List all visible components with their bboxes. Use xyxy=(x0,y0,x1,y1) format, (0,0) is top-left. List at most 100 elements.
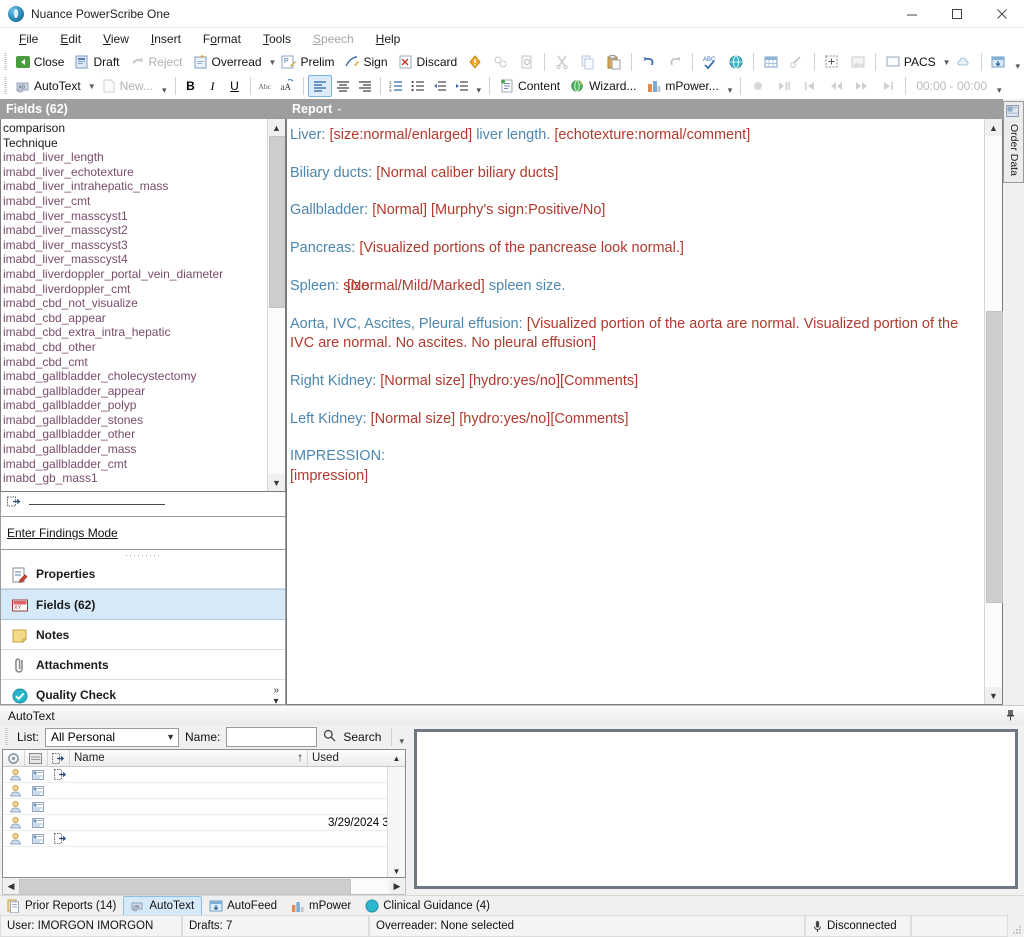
fast-forward-button[interactable] xyxy=(849,75,875,97)
wizard-button[interactable]: Wizard... xyxy=(565,75,641,97)
image-button[interactable] xyxy=(845,51,871,73)
field-item[interactable]: imabd_gallbladder_polyp xyxy=(3,398,267,413)
toolbar-gripper-2[interactable] xyxy=(4,77,7,95)
list-select[interactable]: All Personal ▼ xyxy=(45,727,180,747)
change-case-button[interactable]: aA xyxy=(277,76,299,96)
fields-scrollbar[interactable]: ▲ ▼ xyxy=(267,119,285,491)
tab-autofeed[interactable]: AutoFeed xyxy=(202,896,284,915)
field-item[interactable]: imabd_gallbladder_appear xyxy=(3,384,267,399)
cut-button[interactable] xyxy=(549,51,575,73)
autotext-grid[interactable]: Name ↑ Used ▲ 3/29/2024 3. ▼ xyxy=(2,749,406,878)
draft-button[interactable]: Draft xyxy=(69,51,124,73)
field-item[interactable]: imabd_gb_mass1 xyxy=(3,471,267,486)
field-item[interactable]: imabd_gallbladder_other xyxy=(3,427,267,442)
insert-icon[interactable] xyxy=(48,769,70,780)
menu-view[interactable]: View xyxy=(92,30,140,48)
fields-scroll-track[interactable] xyxy=(268,136,285,474)
mpower-button[interactable]: mPower... xyxy=(641,75,723,97)
field-item[interactable]: imabd_gallbladder_stones xyxy=(3,413,267,428)
align-left-button[interactable] xyxy=(307,75,332,97)
liver-size-field[interactable]: [size:normal/enlarged] xyxy=(330,127,473,143)
hscroll-right-icon[interactable]: ▶ xyxy=(389,879,405,893)
play-pause-button[interactable] xyxy=(771,75,797,97)
right-kidney-field[interactable]: [Normal size] [hydro:yes/no][Comments] xyxy=(380,373,638,389)
table-row[interactable] xyxy=(3,783,405,799)
report-paragraph-left-kidney[interactable]: Left Kidney: [Normal size] [hydro:yes/no… xyxy=(290,410,974,430)
redo-button[interactable] xyxy=(662,51,688,73)
field-item[interactable]: imabd_liver_masscyst2 xyxy=(3,223,267,238)
decrease-indent-button[interactable] xyxy=(429,76,451,96)
globe-button[interactable] xyxy=(723,51,749,73)
autotext-preview[interactable] xyxy=(414,729,1018,889)
field-item[interactable]: imabd_liver_cmt xyxy=(3,194,267,209)
report-scroll-up-icon[interactable]: ▲ xyxy=(985,119,1002,136)
paste-button[interactable] xyxy=(601,51,627,73)
skip-end-button[interactable] xyxy=(875,75,901,97)
toolbar-gripper[interactable] xyxy=(4,53,7,71)
autotext-filter-overflow-icon[interactable]: ▾ xyxy=(399,736,404,747)
field-item[interactable]: imabd_liver_masscyst1 xyxy=(3,209,267,224)
content-button[interactable]: Content xyxy=(494,75,565,97)
report-scroll-thumb[interactable] xyxy=(986,311,1003,603)
field-item[interactable]: imabd_cbd_not_visualize xyxy=(3,296,267,311)
skip-start-button[interactable] xyxy=(797,75,823,97)
copy-button[interactable] xyxy=(575,51,601,73)
grid-vertical-scrollbar[interactable]: ▼ xyxy=(387,767,405,877)
column-name[interactable]: Name ↑ xyxy=(70,750,308,766)
prelim-button[interactable]: P Prelim xyxy=(276,51,339,73)
spellcheck-button[interactable]: ABC xyxy=(697,51,723,73)
hscroll-left-icon[interactable]: ◀ xyxy=(3,879,19,893)
resize-grip-icon[interactable] xyxy=(1008,915,1024,937)
table-row[interactable]: 3/29/2024 3. xyxy=(3,815,405,831)
preview-button[interactable] xyxy=(514,51,540,73)
close-icon[interactable] xyxy=(979,0,1024,27)
report-paragraph-biliary[interactable]: Biliary ducts: [Normal caliber biliary d… xyxy=(290,164,974,184)
autotext-button[interactable]: AB AutoText xyxy=(10,75,86,97)
spleen-field[interactable]: [Normal/Mild/Marked] xyxy=(347,278,485,294)
order-data-tab[interactable]: Order Data xyxy=(1003,101,1024,183)
field-item[interactable]: imabd_liver_echotexture xyxy=(3,165,267,180)
impression-field[interactable]: [impression] xyxy=(290,468,368,484)
export-button[interactable] xyxy=(985,51,1011,73)
clear-formatting-button[interactable]: Abc xyxy=(255,76,277,96)
maximize-icon[interactable] xyxy=(934,0,979,27)
report-paragraph-spleen[interactable]: Spleen: size[Normal/Mild/Marked] spleen … xyxy=(290,277,974,297)
italic-button[interactable]: I xyxy=(202,76,224,96)
pancreas-field[interactable]: [Visualized portions of the pancrease lo… xyxy=(359,240,684,256)
sidebar-item-properties[interactable]: Properties xyxy=(1,559,285,589)
report-paragraph-liver[interactable]: Liver: [size:normal/enlarged] liver leng… xyxy=(290,126,974,146)
report-paragraph-impression-field[interactable]: [impression] xyxy=(290,467,974,487)
grid-scroll-up-icon[interactable]: ▲ xyxy=(388,750,405,766)
field-item[interactable]: imabd_liverdoppler_portal_vein_diameter xyxy=(3,267,267,282)
bulleted-list-button[interactable] xyxy=(407,76,429,96)
name-input[interactable] xyxy=(226,727,318,747)
menu-speech[interactable]: Speech xyxy=(302,30,365,48)
sign-button[interactable]: Sign xyxy=(339,51,392,73)
table-row[interactable] xyxy=(3,767,405,783)
table-button[interactable] xyxy=(758,51,784,73)
pacs-dropdown-icon[interactable]: ▼ xyxy=(943,58,951,67)
report-paragraph-pancreas[interactable]: Pancreas: [Visualized portions of the pa… xyxy=(290,239,974,259)
close-report-button[interactable]: Close xyxy=(10,51,70,73)
field-item[interactable]: imabd_gallbladder_cmt xyxy=(3,457,267,472)
minimize-icon[interactable] xyxy=(889,0,934,27)
biliary-field[interactable]: [Normal caliber biliary ducts] xyxy=(376,165,558,181)
sidebar-item-fields[interactable]: XY Fields (62) xyxy=(1,589,285,620)
pacs-button[interactable]: PACS xyxy=(880,51,941,73)
pin-icon[interactable] xyxy=(1005,709,1016,724)
underline-button[interactable]: U xyxy=(224,76,246,96)
sidebar-item-notes[interactable]: Notes xyxy=(1,620,285,650)
field-item[interactable]: Technique xyxy=(3,136,267,151)
table-row[interactable] xyxy=(3,831,405,847)
menu-insert[interactable]: Insert xyxy=(140,30,192,48)
toolbar-overflow-playback[interactable]: ▾ xyxy=(993,85,1006,96)
field-item[interactable]: imabd_cbd_cmt xyxy=(3,355,267,370)
align-right-button[interactable] xyxy=(354,76,376,96)
discard-button[interactable]: Discard xyxy=(393,51,463,73)
report-paragraph-gallbladder[interactable]: Gallbladder: [Normal] [Murphy's sign:Pos… xyxy=(290,201,974,221)
autotext-dropdown-icon[interactable]: ▼ xyxy=(88,82,96,91)
new-overflow-icon[interactable]: ▾ xyxy=(158,85,171,96)
insert-icon[interactable] xyxy=(48,833,70,844)
undo-button[interactable] xyxy=(636,51,662,73)
field-item[interactable]: imabd_cbd_appear xyxy=(3,311,267,326)
